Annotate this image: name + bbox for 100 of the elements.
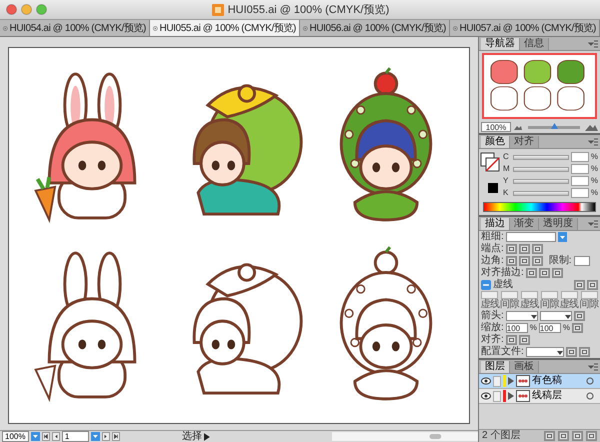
document-tab[interactable]: HUI056.ai @ 100% (CMYK/预览) (300, 20, 450, 36)
channel-label: M (503, 163, 511, 175)
collapse-icon[interactable] (481, 280, 491, 290)
dropdown-icon[interactable] (558, 232, 567, 242)
align-stroke-icon[interactable] (538, 268, 550, 278)
dropdown[interactable] (540, 311, 572, 321)
slider-thumb[interactable] (551, 122, 558, 128)
zoom-field[interactable]: 100% (481, 122, 511, 132)
panel-tab[interactable]: 渐变 (510, 218, 539, 230)
panel-tab[interactable]: 图层 (481, 361, 510, 373)
document-tab[interactable]: HUI055.ai @ 100% (CMYK/预览) (150, 20, 300, 36)
align-stroke-icon[interactable] (552, 268, 563, 278)
dropdown[interactable] (526, 347, 564, 357)
layer-row[interactable]: 有色稿 (479, 374, 600, 389)
align-stroke-icon[interactable] (526, 268, 537, 278)
panel-menu-icon[interactable] (588, 138, 598, 146)
lock-toggle[interactable] (493, 390, 501, 402)
link-icon[interactable] (572, 323, 584, 333)
cap-icon[interactable] (506, 244, 517, 254)
dash-field[interactable] (501, 291, 518, 299)
new-layer-icon[interactable] (572, 431, 583, 441)
eye-icon[interactable] (481, 377, 491, 385)
value-field[interactable] (570, 176, 589, 186)
caret-icon[interactable] (530, 312, 537, 320)
layer-thumbnail (516, 375, 530, 387)
value-field[interactable] (570, 164, 589, 174)
dropdown[interactable] (506, 311, 538, 321)
panel-tab[interactable]: 颜色 (481, 136, 510, 148)
corner-icon[interactable] (518, 256, 530, 266)
lock-toggle[interactable] (493, 376, 501, 386)
channel-slider[interactable] (513, 190, 569, 196)
field-label: 对齐: (481, 334, 504, 346)
document-tab[interactable]: HUI057.ai @ 100% (CMYK/预览) (450, 20, 600, 36)
flip-icon[interactable] (578, 347, 590, 357)
dash-style-icon[interactable] (574, 280, 585, 290)
zoom-in-icon[interactable] (585, 122, 598, 132)
play-icon[interactable] (204, 432, 210, 440)
close-icon[interactable] (3, 24, 8, 32)
unit-label: % (562, 322, 570, 334)
previous-page-icon[interactable] (52, 432, 60, 441)
zoom-field[interactable]: 100% (2, 431, 30, 442)
dash-field[interactable] (540, 291, 558, 299)
dash-field[interactable] (580, 291, 598, 299)
eye-icon[interactable] (481, 392, 491, 400)
field-label: 间隙 (540, 299, 559, 310)
panel-menu-icon[interactable] (588, 363, 598, 371)
color-spectrum[interactable] (483, 202, 596, 212)
panel-tab[interactable]: 导航器 (481, 38, 520, 50)
stroke-weight-field[interactable] (506, 232, 556, 242)
locate-object-icon[interactable] (544, 431, 555, 441)
flip-icon[interactable] (566, 347, 577, 357)
dash-field[interactable] (521, 291, 538, 299)
caret-icon[interactable] (564, 312, 571, 320)
corner-icon[interactable] (532, 256, 543, 266)
panel-tab[interactable]: 信息 (520, 38, 549, 50)
channel-slider[interactable] (513, 178, 569, 184)
document-tab[interactable]: HUI054.ai @ 100% (CMYK/预览) (0, 20, 150, 36)
cap-icon[interactable] (518, 244, 530, 254)
checkbox-label: 虚线 (493, 279, 513, 291)
close-icon[interactable] (153, 24, 158, 32)
channel-slider[interactable] (513, 154, 569, 160)
zoom-icon[interactable] (36, 4, 47, 15)
zoom-slider[interactable] (528, 126, 580, 128)
value-field[interactable] (570, 152, 589, 162)
arrow-align-icon[interactable] (518, 335, 530, 345)
zoom-out-icon[interactable] (513, 124, 523, 130)
close-icon[interactable] (303, 24, 308, 32)
unit-label: % (590, 187, 598, 199)
arrow-align-icon[interactable] (506, 335, 517, 345)
panel-tab[interactable]: 描边 (481, 218, 510, 230)
close-icon[interactable] (6, 4, 17, 15)
unit-label: % (590, 151, 598, 163)
next-page-icon[interactable] (102, 432, 110, 441)
panel-tab[interactable]: 对齐 (510, 136, 539, 148)
panel-tab[interactable]: 透明度 (539, 218, 578, 230)
unit-label: % (530, 322, 537, 334)
page-field[interactable]: 1 (62, 431, 90, 442)
clipping-mask-icon[interactable] (558, 431, 569, 441)
close-icon[interactable] (453, 24, 458, 32)
panel-menu-icon[interactable] (588, 40, 598, 48)
scale-field[interactable]: 100 (506, 323, 528, 333)
scale-field[interactable]: 100 (538, 323, 561, 333)
limit-field[interactable] (574, 256, 590, 266)
dash-field[interactable] (481, 291, 498, 299)
field-label: 边角: (481, 255, 504, 266)
cap-icon[interactable] (532, 244, 543, 254)
dash-style-icon[interactable] (587, 280, 598, 290)
corner-icon[interactable] (506, 256, 517, 266)
caret-icon[interactable] (556, 348, 563, 356)
value-field[interactable] (570, 188, 589, 198)
delete-icon[interactable] (586, 431, 597, 441)
last-page-icon[interactable] (112, 432, 120, 441)
first-page-icon[interactable] (42, 432, 50, 441)
panel-tab[interactable]: 画板 (510, 361, 539, 373)
layer-row[interactable]: 线稿层 (479, 389, 600, 404)
horizontal-scrollbar[interactable] (332, 432, 478, 441)
dash-field[interactable] (560, 291, 578, 299)
swap-arrows-icon[interactable] (574, 311, 585, 321)
panel-menu-icon[interactable] (588, 220, 598, 228)
channel-slider[interactable] (513, 166, 569, 172)
